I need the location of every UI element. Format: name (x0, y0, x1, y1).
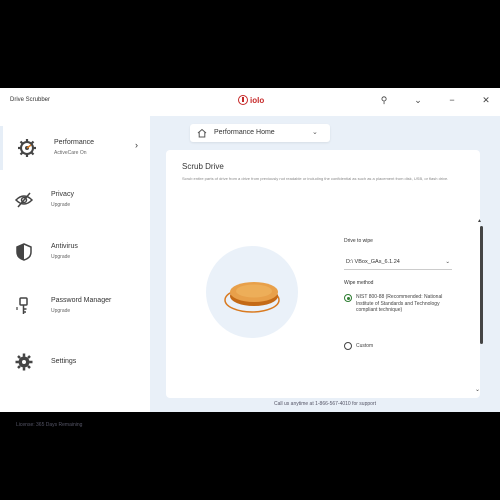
sidebar-item-label: Antivirus (51, 243, 78, 250)
wipe-method-label: Wipe method (344, 280, 374, 286)
home-icon (197, 128, 207, 138)
close-icon[interactable]: ✕ (480, 95, 492, 106)
chevron-right-icon: › (135, 140, 138, 150)
wipe-method-radio-custom[interactable] (344, 342, 352, 350)
pin-icon[interactable]: ⚲ (378, 95, 390, 106)
sidebar-item-label: Settings (51, 358, 77, 365)
options-panel: Drive to wipe D:\ VBox_GAs_6.1.24 ⌄ Wipe… (338, 218, 470, 396)
chevron-down-icon[interactable]: ⌄ (412, 95, 424, 106)
sidebar-item-label: Privacy (51, 191, 74, 198)
sidebar-item-status: ActiveCare On (54, 150, 87, 156)
chevron-down-icon: ⌄ (312, 129, 318, 136)
sidebar-item-status: Upgrade (51, 254, 71, 260)
scrollbar[interactable] (480, 226, 483, 344)
page-description: Scrub entire parts of drive from a drive… (182, 176, 449, 181)
brand-logo: iolo (238, 95, 264, 105)
main-content: Performance Home ⌄ Scrub Drive Scrub ent… (150, 116, 500, 412)
sidebar-item-status: Upgrade (51, 308, 71, 314)
key-icon (16, 297, 28, 314)
chevron-down-icon[interactable]: ⌄ (475, 386, 480, 393)
sidebar: Performance ActiveCare On › Privacy Upgr… (0, 116, 150, 428)
scroll-up-arrow[interactable]: ▲ (477, 218, 482, 224)
drive-dropdown[interactable]: D:\ VBox_GAs_6.1.24 ⌄ (344, 256, 452, 270)
license-status: License: 365 Days Remaining (16, 422, 83, 428)
sidebar-item-password-manager[interactable]: Password Manager Upgrade (0, 284, 150, 328)
wipe-method-radio-nist[interactable] (344, 294, 352, 302)
app-window: Drive Scrubber iolo ⚲ ⌄ − ✕ Performance … (0, 88, 500, 428)
sidebar-item-performance[interactable]: Performance ActiveCare On › (0, 126, 150, 170)
brand-name: iolo (250, 95, 265, 105)
gear-icon (15, 353, 33, 371)
eye-slash-icon (14, 192, 34, 208)
drive-dropdown-value: D:\ VBox_GAs_6.1.24 (346, 259, 400, 265)
sidebar-item-antivirus[interactable]: Antivirus Upgrade (0, 230, 150, 274)
sidebar-item-label: Performance (54, 139, 95, 146)
home-dropdown-label: Performance Home (214, 129, 275, 136)
wipe-method-option-label: Custom (356, 343, 374, 349)
drive-label: Drive to wipe (344, 238, 373, 244)
sidebar-item-label: Password Manager (51, 297, 112, 304)
page-title: Scrub Drive (182, 162, 224, 171)
disk-illustration (224, 282, 280, 313)
home-dropdown[interactable]: Performance Home ⌄ (190, 124, 330, 142)
minimize-icon[interactable]: − (446, 95, 458, 106)
power-icon (238, 95, 248, 105)
sidebar-item-settings[interactable]: Settings (0, 340, 150, 384)
sidebar-item-privacy[interactable]: Privacy Upgrade (0, 178, 150, 222)
gear-speed-icon (18, 139, 36, 157)
chevron-down-icon: ⌄ (445, 259, 450, 265)
wipe-method-option-label: NIST 800-88 (Recommended: National Insti… (356, 294, 443, 313)
scrub-drive-card: Scrub Drive Scrub entire parts of drive … (166, 150, 483, 398)
app-title: Drive Scrubber (10, 97, 51, 103)
shield-icon (16, 243, 32, 261)
support-text: Call us anytime at 1-866-567-4010 for su… (273, 401, 376, 407)
sidebar-item-status: Upgrade (51, 202, 71, 208)
title-bar: Drive Scrubber iolo ⚲ ⌄ − ✕ (0, 88, 500, 116)
